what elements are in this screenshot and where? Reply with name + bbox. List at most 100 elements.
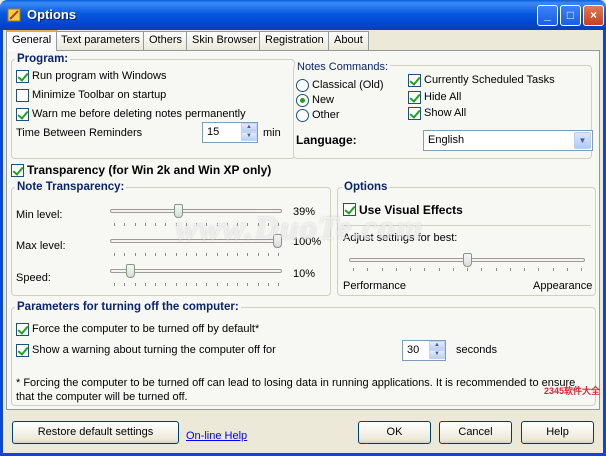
tick-mark <box>175 253 177 256</box>
performance-slider[interactable] <box>462 253 472 267</box>
max-level-ticks <box>110 253 282 256</box>
tick-mark <box>134 253 136 256</box>
new-label: New <box>312 94 335 106</box>
tick-mark <box>196 283 197 286</box>
hide-all-checkbox[interactable] <box>408 91 421 104</box>
run-with-windows-checkbox[interactable] <box>16 70 29 83</box>
new-radio[interactable] <box>296 94 309 107</box>
reminders-label: Time Between Reminders <box>16 127 143 139</box>
shutdown-warning-checkbox[interactable] <box>16 344 29 357</box>
maximize-button[interactable]: □ <box>560 5 581 26</box>
online-help-link[interactable]: On-line Help <box>186 430 247 442</box>
ok-button[interactable]: OK <box>358 421 431 444</box>
tick-mark <box>124 283 126 286</box>
tick-mark <box>144 253 146 256</box>
spin-down-icon[interactable]: ▼ <box>241 132 257 141</box>
tick-mark <box>452 268 454 271</box>
spin-down-icon[interactable]: ▼ <box>429 350 445 359</box>
performance-label: Performance <box>343 280 406 292</box>
classical-label: Classical (Old) <box>312 79 384 91</box>
tick-mark <box>226 283 228 286</box>
reminders-unit: min <box>263 127 281 139</box>
tick-mark <box>165 283 167 286</box>
tick-mark <box>175 283 177 286</box>
tick-mark <box>114 283 115 286</box>
force-shutdown-checkbox[interactable] <box>16 323 29 336</box>
spin-up-icon[interactable]: ▲ <box>241 123 257 132</box>
note-transparency-title: Note Transparency: <box>15 181 127 193</box>
tick-mark <box>216 283 218 286</box>
tick-mark <box>410 268 411 271</box>
min-level-label: Min level: <box>16 209 63 221</box>
reminders-spinner[interactable]: 15 ▲ ▼ <box>202 122 258 143</box>
tab-general[interactable]: General <box>6 30 58 51</box>
speed-ticks <box>110 283 282 286</box>
hide-all-label: Hide All <box>424 91 462 103</box>
app-icon <box>7 8 21 22</box>
appearance-label: Appearance <box>533 280 593 292</box>
tab-registration[interactable]: Registration <box>259 31 330 50</box>
other-radio[interactable] <box>296 109 309 122</box>
minimize-toolbar-checkbox[interactable] <box>16 89 29 102</box>
watermark-text: www.DuoTe.com <box>175 210 424 247</box>
shutdown-warning-label: Show a warning about turning the compute… <box>32 344 276 356</box>
scheduled-tasks-checkbox[interactable] <box>408 74 421 87</box>
close-button[interactable]: × <box>583 5 604 26</box>
tab-skin-browser[interactable]: Skin Browser <box>186 31 263 50</box>
window-title: Options <box>27 7 77 22</box>
show-all-label: Show All <box>424 107 467 119</box>
language-select[interactable]: English ▼ <box>423 130 593 151</box>
title-bar[interactable]: Options _ □ × <box>0 0 606 30</box>
language-value: English <box>428 134 465 146</box>
tick-mark <box>247 253 249 256</box>
shutdown-note: * Forcing the computer to be turned off … <box>16 377 576 403</box>
restore-defaults-button[interactable]: Restore default settings <box>12 421 179 444</box>
chevron-down-icon[interactable]: ▼ <box>574 132 591 149</box>
tick-mark <box>114 223 115 226</box>
spin-up-icon[interactable]: ▲ <box>429 341 445 350</box>
scheduled-tasks-label: Currently Scheduled Tasks <box>424 74 555 86</box>
tick-mark <box>353 268 354 271</box>
tick-mark <box>524 268 525 271</box>
tick-mark <box>196 253 197 256</box>
tick-mark <box>114 253 115 256</box>
performance-ticks <box>349 268 585 271</box>
tick-mark <box>226 253 228 256</box>
tick-mark <box>237 253 238 256</box>
tick-mark <box>257 253 259 256</box>
run-with-windows-label: Run program with Windows <box>32 70 167 82</box>
tick-mark <box>144 283 146 286</box>
transparency-checkbox[interactable] <box>11 164 24 177</box>
minimize-toolbar-label: Minimize Toolbar on startup <box>32 89 167 101</box>
help-button[interactable]: Help <box>521 421 594 444</box>
tick-mark <box>495 268 497 271</box>
tick-mark <box>237 283 238 286</box>
tick-mark <box>257 283 259 286</box>
tick-mark <box>552 268 554 271</box>
tick-mark <box>267 283 269 286</box>
tick-mark <box>216 253 218 256</box>
notes-commands-title: Notes Commands: <box>295 61 391 73</box>
tick-mark <box>134 223 136 226</box>
speed-value: 10% <box>293 268 316 280</box>
tab-others[interactable]: Others <box>143 31 189 50</box>
warn-delete-label: Warn me before deleting notes permanentl… <box>32 108 246 120</box>
minimize-button[interactable]: _ <box>537 5 558 26</box>
warn-delete-checkbox[interactable] <box>16 108 29 121</box>
tab-text-parameters[interactable]: Text parameters <box>55 31 146 50</box>
seconds-spinner[interactable]: 30 ▲ ▼ <box>402 340 446 361</box>
tick-mark <box>155 223 156 226</box>
tab-about[interactable]: About <box>328 31 369 50</box>
speed-slider[interactable] <box>126 264 136 278</box>
classical-radio[interactable] <box>296 79 309 92</box>
tick-mark <box>581 268 582 271</box>
cancel-button[interactable]: Cancel <box>439 421 512 444</box>
max-level-label: Max level: <box>16 240 66 252</box>
tick-mark <box>267 253 269 256</box>
tick-mark <box>185 283 187 286</box>
show-all-checkbox[interactable] <box>408 107 421 120</box>
tick-mark <box>278 253 279 256</box>
tick-mark <box>438 268 440 271</box>
speed-track <box>110 269 282 273</box>
force-shutdown-label: Force the computer to be turned off by d… <box>32 323 260 335</box>
